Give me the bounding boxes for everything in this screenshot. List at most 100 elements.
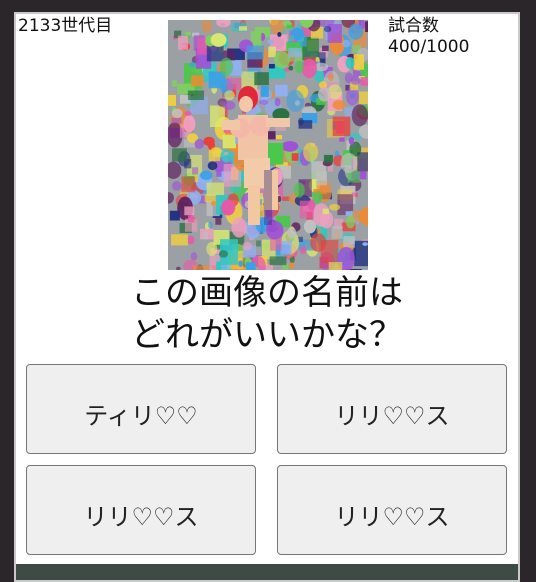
artwork-shape <box>343 236 355 248</box>
artwork-shape <box>322 208 329 215</box>
choice-button-1[interactable]: ティリ♡♡ <box>26 364 256 454</box>
artwork-shape <box>348 23 364 40</box>
artwork-shape <box>286 24 293 29</box>
artwork-shape <box>218 250 228 258</box>
artwork-shape <box>194 138 205 149</box>
artwork-shape <box>191 75 204 87</box>
artwork-shape <box>221 199 236 216</box>
artwork-shape <box>223 151 229 156</box>
artwork-shape <box>298 120 313 129</box>
artwork-shape <box>168 161 182 179</box>
artwork-shape <box>192 167 199 175</box>
artwork-shape <box>269 256 287 266</box>
artwork-shape <box>190 252 198 261</box>
artwork-shape <box>323 26 332 33</box>
artwork-shape <box>367 101 368 108</box>
artwork-shape <box>207 161 218 171</box>
trials-counter: 試合数 400/1000 <box>388 16 469 58</box>
artwork-shape <box>211 200 217 207</box>
artwork-shape <box>339 137 345 142</box>
artwork-shape <box>219 57 233 77</box>
artwork-shape <box>187 215 194 223</box>
artwork-shape <box>294 60 304 74</box>
artwork-shape <box>216 169 222 177</box>
artwork-shape <box>301 58 317 79</box>
artwork-shape <box>327 73 334 82</box>
trials-value: 400/1000 <box>388 37 470 57</box>
artwork-shape <box>238 260 244 267</box>
artwork-shape <box>238 26 248 31</box>
artwork-shape <box>200 170 213 180</box>
artwork-shape <box>367 20 368 28</box>
artwork-shape <box>294 100 300 106</box>
choice-button-4[interactable]: リリ♡♡ス <box>277 465 507 555</box>
artwork-shape <box>345 57 355 69</box>
choice-button-3[interactable]: リリ♡♡ス <box>26 465 256 555</box>
artwork-shape <box>348 136 355 145</box>
artwork-shape <box>359 206 368 226</box>
artwork-shape <box>259 99 269 106</box>
artwork-shape <box>332 116 351 137</box>
artwork-shape <box>341 39 351 48</box>
artwork-shape <box>323 154 333 163</box>
artwork-shape <box>291 153 299 161</box>
artwork-shape <box>171 108 183 118</box>
trials-label: 試合数 <box>388 16 439 36</box>
artwork-shape <box>184 111 192 116</box>
artwork-shape <box>289 35 295 42</box>
question-line-1: この画像の名前は <box>131 273 403 313</box>
artwork-shape <box>353 54 364 70</box>
artwork-shape <box>317 87 331 102</box>
artwork-shape <box>274 51 290 69</box>
artwork-shape <box>280 240 292 255</box>
artwork-shape <box>210 33 227 47</box>
artwork-shape <box>351 104 368 127</box>
artwork-shape <box>171 234 188 246</box>
artwork-shape <box>284 67 290 72</box>
artwork-shape <box>293 182 305 198</box>
artwork-shape <box>185 31 191 36</box>
artwork-shape <box>332 99 346 110</box>
artwork-shape <box>316 227 322 235</box>
artwork-shape <box>286 89 305 113</box>
artwork-shape <box>362 242 368 246</box>
artwork-shape <box>328 262 343 270</box>
artwork-shape <box>287 227 297 239</box>
artwork-figure-part <box>264 170 272 225</box>
artwork-shape <box>201 20 213 34</box>
artwork-shape <box>189 61 196 68</box>
artwork-shape <box>313 189 318 193</box>
artwork-shape <box>345 215 356 229</box>
artwork-shape <box>316 171 328 186</box>
artwork-shape <box>254 72 269 86</box>
artwork-shape <box>226 78 242 91</box>
artwork-shape <box>172 148 187 162</box>
artwork-shape <box>344 107 353 119</box>
artwork-shape <box>303 142 319 162</box>
artwork-shape <box>215 217 222 225</box>
artwork-shape <box>187 235 195 245</box>
artwork-shape <box>171 180 182 191</box>
artwork-shape <box>350 76 361 85</box>
artwork-shape <box>256 240 261 247</box>
artwork-shape <box>281 141 299 152</box>
choice-button-2[interactable]: リリ♡♡ス <box>277 364 507 454</box>
artwork-shape <box>360 77 368 86</box>
artwork-figure-part <box>248 185 260 225</box>
question-prompt: この画像の名前は どれがいいかな？ <box>16 272 518 356</box>
artwork-shape <box>181 176 196 193</box>
artwork-shape <box>351 192 358 197</box>
artwork-shape <box>178 35 189 50</box>
artwork-shape <box>277 32 282 37</box>
artwork-shape <box>216 20 231 28</box>
game-panel: 2133世代目 試合数 400/1000 この画像の名前は どれがいいかな？ テ… <box>14 12 520 582</box>
generation-counter: 2133世代目 <box>18 16 113 36</box>
artwork-shape <box>222 100 236 110</box>
artwork-shape <box>222 134 237 149</box>
artwork-shape <box>183 115 196 133</box>
artwork-shape <box>242 241 253 251</box>
artwork-shape <box>303 219 317 234</box>
artwork-shape <box>210 147 222 155</box>
artwork-shape <box>208 221 213 229</box>
artwork-shape <box>206 241 218 256</box>
